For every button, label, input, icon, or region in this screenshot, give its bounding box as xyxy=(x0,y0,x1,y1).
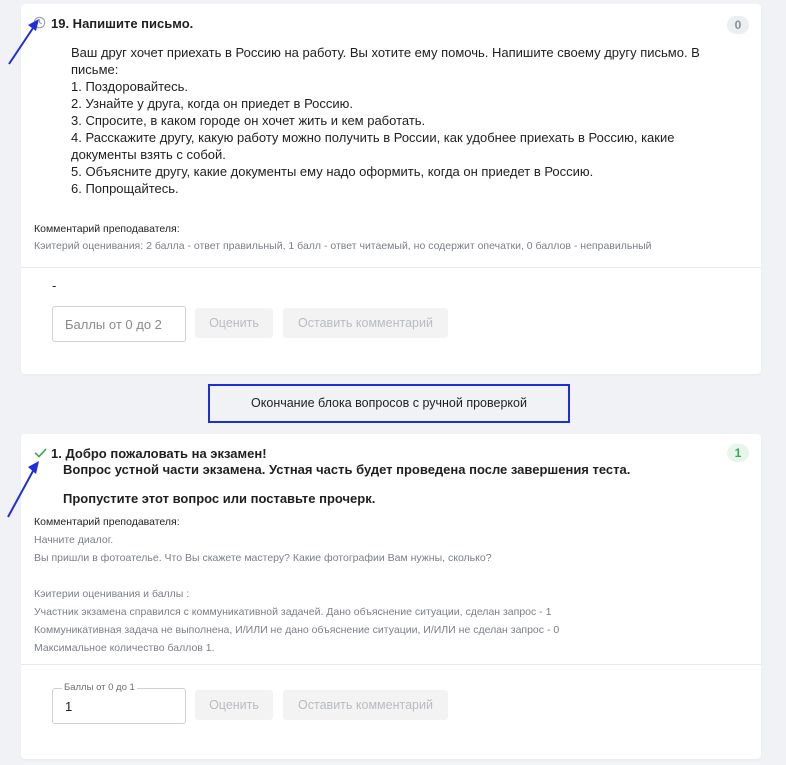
question-body-line: 3. Спросите, в каком городе он хочет жит… xyxy=(71,113,426,128)
teacher-comment-line: Начните диалог. xyxy=(34,534,114,546)
question-body-line: Ваш друг хочет приехать в Россию на рабо… xyxy=(71,45,700,60)
score-input[interactable] xyxy=(52,306,186,342)
divider xyxy=(21,267,761,268)
question-body: Ваш друг хочет приехать в Россию на рабо… xyxy=(71,44,700,197)
divider xyxy=(21,664,761,665)
teacher-comment: Кэитерий оценивания: 2 балла - ответ пра… xyxy=(34,237,652,255)
question-body-line: 4. Расскажите другу, какую работу можно … xyxy=(71,130,675,145)
teacher-comment-line: Кэитерии оценивания и баллы : xyxy=(34,588,190,600)
rate-button[interactable]: Оценить xyxy=(195,308,273,338)
annotation-arrow-icon xyxy=(8,19,39,65)
teacher-comment-label: Комментарий преподавателя: xyxy=(34,516,180,528)
leave-comment-button[interactable]: Оставить комментарий xyxy=(283,690,448,720)
question-card-19: 19. Напишите письмо. 0 Ваш друг хочет пр… xyxy=(21,4,761,374)
student-answer: - xyxy=(52,278,57,293)
teacher-comment-label: Комментарий преподавателя: xyxy=(34,223,180,235)
question-instruction: Пропустите этот вопрос или поставьте про… xyxy=(63,491,376,506)
score-badge: 0 xyxy=(727,16,749,34)
score-input-label: Баллы от 0 до 1 xyxy=(62,682,137,693)
teacher-comment-line xyxy=(34,567,559,585)
leave-comment-button[interactable]: Оставить комментарий xyxy=(283,308,448,338)
question-subtitle: Вопрос устной части экзамена. Устная час… xyxy=(63,462,631,477)
question-body-line: письме: xyxy=(71,62,119,77)
teacher-comment-line: Кэитерий оценивания: 2 балла - ответ пра… xyxy=(34,240,652,252)
annotation-arrow-icon xyxy=(7,461,39,518)
teacher-comment-line: Максимальное количество баллов 1. xyxy=(34,642,215,654)
score-input[interactable] xyxy=(52,688,186,724)
teacher-comment-line: Вы пришли в фотоателье. Что Вы скажете м… xyxy=(34,552,492,564)
question-card-1: 1. Добро пожаловать на экзамен! Вопрос у… xyxy=(21,434,761,759)
question-body-line: документы взять с собой. xyxy=(71,147,226,162)
teacher-comment-line: Участник экзамена справился с коммуникат… xyxy=(34,606,552,618)
manual-check-block-end: Окончание блока вопросов с ручной провер… xyxy=(208,384,570,423)
teacher-comment-line: Коммуникативная задача не выполнена, И/И… xyxy=(34,624,560,636)
question-body-line: 2. Узнайте у друга, когда он приедет в Р… xyxy=(71,96,354,111)
question-body-line: 1. Поздоровайтесь. xyxy=(71,79,189,94)
question-body-line: 6. Попрощайтесь. xyxy=(71,181,179,196)
question-title: 1. Добро пожаловать на экзамен! xyxy=(51,446,267,461)
rate-button[interactable]: Оценить xyxy=(195,690,273,720)
question-title: 19. Напишите письмо. xyxy=(51,16,194,31)
question-body-line: 5. Объясните другу, какие документы ему … xyxy=(71,164,594,179)
teacher-comment: Начните диалог. Вы пришли в фотоателье. … xyxy=(34,531,559,657)
score-badge: 1 xyxy=(727,444,749,462)
